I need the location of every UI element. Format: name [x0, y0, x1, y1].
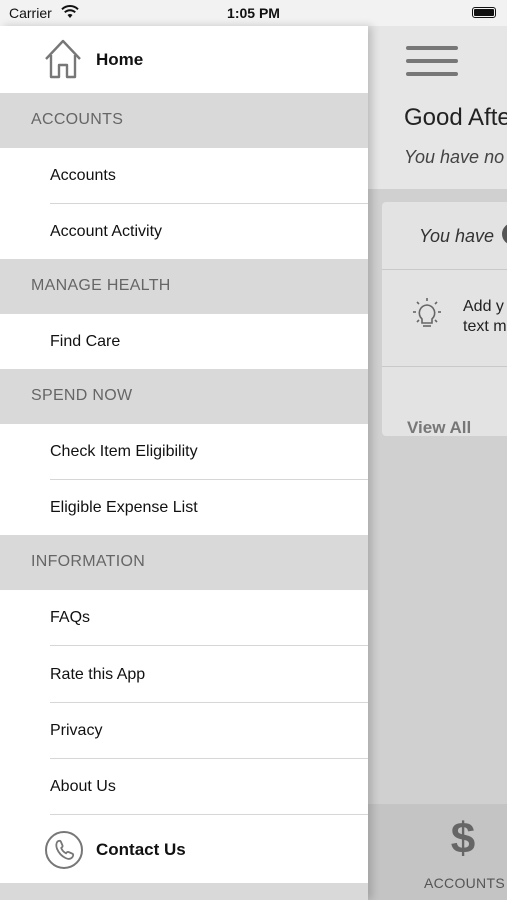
lightbulb-icon: [410, 297, 444, 338]
status-bar: Carrier 1:05 PM: [0, 0, 507, 26]
menu-item-accounts[interactable]: Accounts: [0, 148, 368, 204]
tab-accounts[interactable]: ACCOUNTS: [424, 875, 505, 891]
subgreeting-text: You have no: [404, 147, 505, 167]
tip-row[interactable]: Add y text m: [382, 269, 507, 367]
menu-item-label: About Us: [50, 778, 116, 795]
app-header: Good Afte You have no: [368, 26, 507, 189]
menu-item-label: Find Care: [50, 333, 121, 350]
tip-text-line1: Add y: [463, 298, 504, 315]
menu-item-label: Eligible Expense List: [50, 499, 198, 516]
section-information: INFORMATION: [0, 535, 368, 590]
section-manage-health: MANAGE HEALTH: [0, 259, 368, 314]
menu-item-label: Privacy: [50, 722, 103, 739]
menu-item-rate-this-app[interactable]: Rate this App: [0, 647, 368, 703]
menu-item-faqs[interactable]: FAQs: [0, 590, 368, 646]
menu-item-about-us[interactable]: About Us: [0, 759, 368, 815]
menu-item-label: Account Activity: [50, 223, 163, 240]
drawer-home[interactable]: Home: [0, 26, 368, 93]
menu-item-label: Rate this App: [50, 666, 146, 683]
menu-item-privacy[interactable]: Privacy: [0, 703, 368, 759]
tab-bar: $ ACCOUNTS: [368, 804, 507, 900]
side-drawer: Home ACCOUNTS Accounts Account Activity …: [0, 26, 368, 900]
battery-icon: [472, 7, 496, 18]
menu-item-check-item-eligibility[interactable]: Check Item Eligibility: [0, 424, 368, 480]
view-all-link[interactable]: View All: [407, 418, 471, 438]
drawer-contact-us[interactable]: Contact Us: [0, 815, 368, 883]
menu-item-find-care[interactable]: Find Care: [0, 314, 368, 370]
section-title: INFORMATION: [31, 553, 146, 570]
notification-row[interactable]: You have: [382, 202, 507, 270]
tip-text-line2: text m: [463, 318, 507, 335]
menu-item-label: Accounts: [50, 167, 116, 184]
section-title: SPEND NOW: [31, 387, 133, 404]
menu-item-label: Check Item Eligibility: [50, 443, 198, 460]
status-time: 1:05 PM: [227, 5, 280, 21]
notification-text: You have: [419, 226, 495, 246]
home-label: Home: [96, 50, 144, 69]
background-app: Good Afte You have no You have Add y tex…: [368, 26, 507, 900]
section-spend-now: SPEND NOW: [0, 369, 368, 424]
greeting-text: Good Afte: [404, 104, 507, 131]
menu-item-label: FAQs: [50, 609, 91, 626]
count-badge: [502, 223, 507, 245]
section-title: ACCOUNTS: [31, 111, 124, 128]
phone-icon: [44, 830, 84, 875]
hamburger-menu-icon[interactable]: [406, 46, 458, 78]
dollar-icon[interactable]: $: [368, 814, 507, 864]
contact-us-label: Contact Us: [96, 840, 186, 859]
notification-card: You have Add y text m View All: [382, 202, 507, 438]
menu-item-account-activity[interactable]: Account Activity: [0, 204, 368, 260]
home-icon: [43, 38, 83, 85]
menu-item-eligible-expense-list[interactable]: Eligible Expense List: [0, 480, 368, 536]
drawer-footer: [0, 883, 368, 900]
section-title: MANAGE HEALTH: [31, 277, 171, 294]
section-accounts: ACCOUNTS: [0, 93, 368, 148]
